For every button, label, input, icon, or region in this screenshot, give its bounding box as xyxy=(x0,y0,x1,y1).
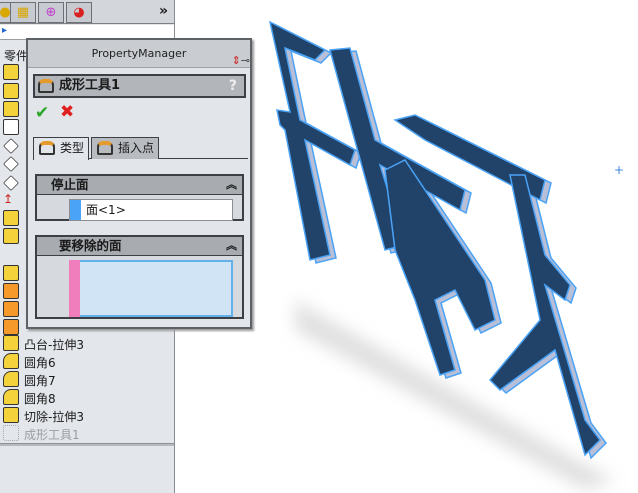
extrude-cut-icon[interactable] xyxy=(3,265,19,281)
tree-item-label: 成形工具1 xyxy=(24,428,80,442)
fillet-icon xyxy=(3,371,19,387)
history-folder-icon[interactable] xyxy=(3,64,19,80)
3d-model-viewport[interactable] xyxy=(255,0,638,493)
extrude-cut-icon xyxy=(3,407,19,423)
plane-icon[interactable] xyxy=(3,156,19,172)
annotations-folder-icon[interactable] xyxy=(3,101,19,117)
tree-root-label: 零件 xyxy=(4,49,29,63)
pattern-icon[interactable] xyxy=(3,283,19,299)
tree-item-label: 圆角6 xyxy=(24,356,56,370)
configuration-manager-tab[interactable]: ⊕ xyxy=(38,2,64,23)
sensors-folder-icon[interactable] xyxy=(3,83,19,99)
forming-tool-icon xyxy=(3,425,19,441)
extrude-boss-icon[interactable] xyxy=(3,210,19,226)
more-tabs-button[interactable]: » xyxy=(159,3,168,19)
section-header[interactable]: 要移除的面 ︽ xyxy=(37,237,242,256)
tab-label: 类型 xyxy=(60,141,85,155)
feature-header: 成形工具1 ? xyxy=(33,74,246,98)
extrude-boss-icon[interactable] xyxy=(3,228,19,244)
extrude-boss-icon xyxy=(3,335,19,351)
pin-icon[interactable]: ⊸ xyxy=(241,54,250,67)
section-header[interactable]: 停止面 ︽ xyxy=(37,176,242,195)
tab-insertion-point[interactable]: 插入点 xyxy=(91,137,159,159)
material-icon[interactable] xyxy=(3,119,19,135)
tree-item-label: 凸台-拉伸3 xyxy=(24,338,84,352)
forming-tool-icon xyxy=(97,141,113,155)
origin-icon[interactable]: ↥ xyxy=(3,192,19,208)
tree-item[interactable]: 切除-拉伸3 xyxy=(0,407,174,425)
property-manager: PropertyManager ⇕⊸ 成形工具1 ? ✔ ✖ 类型 插入点 停止… xyxy=(26,38,252,329)
pattern-icon[interactable] xyxy=(3,319,19,335)
fillet-icon xyxy=(3,389,19,405)
tree-item[interactable]: 圆角6 xyxy=(0,353,174,371)
tree-item-label: 圆角8 xyxy=(24,392,56,406)
fillet-icon xyxy=(3,353,19,369)
tree-item-suppressed[interactable]: 成形工具1 xyxy=(0,425,174,443)
faces-to-remove-selection-box[interactable] xyxy=(69,260,233,317)
collapse-icon[interactable]: ︽ xyxy=(226,237,237,255)
tree-item[interactable]: 圆角7 xyxy=(0,371,174,389)
section-title: 停止面 xyxy=(51,177,89,192)
help-button[interactable]: ? xyxy=(229,76,237,96)
collapse-panel-icon[interactable]: ⇕ xyxy=(232,54,241,67)
collapse-icon[interactable]: ︽ xyxy=(226,176,237,194)
forming-tool-icon xyxy=(38,79,54,93)
stop-face-selection-box[interactable]: 面<1> xyxy=(69,199,233,221)
plane-icon[interactable] xyxy=(3,175,19,191)
property-manager-title-bar[interactable]: PropertyManager ⇕⊸ xyxy=(28,40,250,68)
crosshair-cursor-icon: + xyxy=(614,163,625,177)
property-manager-title: PropertyManager xyxy=(91,47,187,60)
panel-divider xyxy=(0,443,174,446)
feature-name: 成形工具1 xyxy=(59,78,121,93)
tree-item-label: 切除-拉伸3 xyxy=(24,410,84,424)
tab-label: 插入点 xyxy=(118,141,155,155)
selection-color-swatch xyxy=(70,200,81,220)
display-manager-tab[interactable]: ◕ xyxy=(66,2,92,23)
pattern-icon[interactable] xyxy=(3,301,19,317)
plane-icon[interactable] xyxy=(3,138,19,154)
manager-tabs: ● ▦ ⊕ ◕ » xyxy=(0,0,174,24)
cancel-button[interactable]: ✖ xyxy=(60,102,74,122)
stop-face-section: 停止面 ︽ 面<1> xyxy=(35,174,244,221)
ok-button[interactable]: ✔ xyxy=(35,103,49,123)
tree-item[interactable]: 圆角8 xyxy=(0,389,174,407)
tree-item-label: 圆角7 xyxy=(24,374,56,388)
tree-item[interactable]: 凸台-拉伸3 xyxy=(0,335,174,353)
model-shadow xyxy=(295,300,615,490)
section-title: 要移除的面 xyxy=(59,238,122,253)
selection-color-swatch xyxy=(69,260,80,317)
selected-face[interactable]: 面<1> xyxy=(86,203,126,217)
faces-to-remove-section: 要移除的面 ︽ xyxy=(35,235,244,319)
tab-type[interactable]: 类型 xyxy=(33,137,89,160)
property-manager-tab[interactable]: ▦ xyxy=(10,2,36,23)
forming-tool-icon xyxy=(39,141,55,155)
property-tabs: 类型 插入点 xyxy=(33,135,248,160)
